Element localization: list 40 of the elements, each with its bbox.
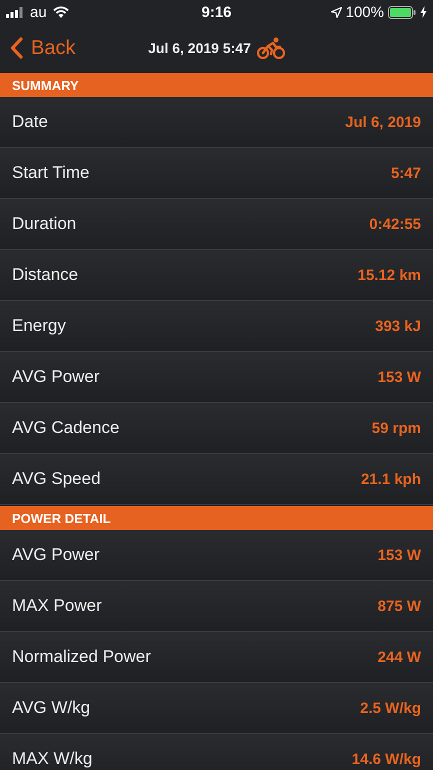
row-value: 875 W [378, 598, 421, 614]
back-button[interactable]: Back [0, 36, 76, 60]
row-label: Distance [12, 265, 78, 285]
row-label: Duration [12, 214, 76, 234]
chevron-left-icon [10, 37, 23, 59]
section-header: SUMMARY [0, 73, 433, 97]
section-header: POWER DETAIL [0, 506, 433, 530]
row-value: 21.1 kph [360, 470, 421, 488]
row-value: 2.5 W/kg [360, 700, 421, 716]
row-label: Start Time [12, 163, 90, 183]
row-label: Date [12, 112, 48, 132]
row-value: Jul 6, 2019 [345, 114, 421, 130]
row-value: 15.12 km [358, 266, 421, 284]
row-label: AVG W/kg [12, 698, 90, 718]
clock-time: 9:16 [201, 4, 232, 20]
battery-icon [388, 6, 416, 18]
row-value: 14.6 W/kg [352, 750, 421, 768]
battery-percentage: 100% [346, 4, 384, 20]
row-value: 153 W [378, 368, 421, 386]
nav-title: Jul 6, 2019 5:47 [148, 40, 251, 56]
charging-bolt-icon [420, 6, 427, 18]
row-label: AVG Power [12, 367, 100, 387]
row-label: AVG Power [12, 545, 100, 565]
row-label: Normalized Power [12, 647, 151, 667]
row-label: MAX W/kg [12, 749, 92, 769]
wifi-icon [52, 6, 69, 18]
signal-icon [6, 6, 24, 18]
row-value: 153 W [378, 546, 421, 564]
location-arrow-icon [330, 6, 342, 18]
row-value: 59 rpm [372, 420, 421, 436]
cyclist-icon [256, 37, 285, 59]
row-label: AVG Speed [12, 469, 101, 489]
row-label: MAX Power [12, 596, 102, 616]
carrier-name: au [30, 4, 47, 20]
row-value: 5:47 [390, 164, 421, 182]
row-value: 393 kJ [375, 318, 421, 334]
row-value: 244 W [378, 648, 421, 666]
row-value: 0:42:55 [369, 216, 421, 232]
row-label: AVG Cadence [12, 418, 120, 438]
row-label: Energy [12, 316, 66, 336]
